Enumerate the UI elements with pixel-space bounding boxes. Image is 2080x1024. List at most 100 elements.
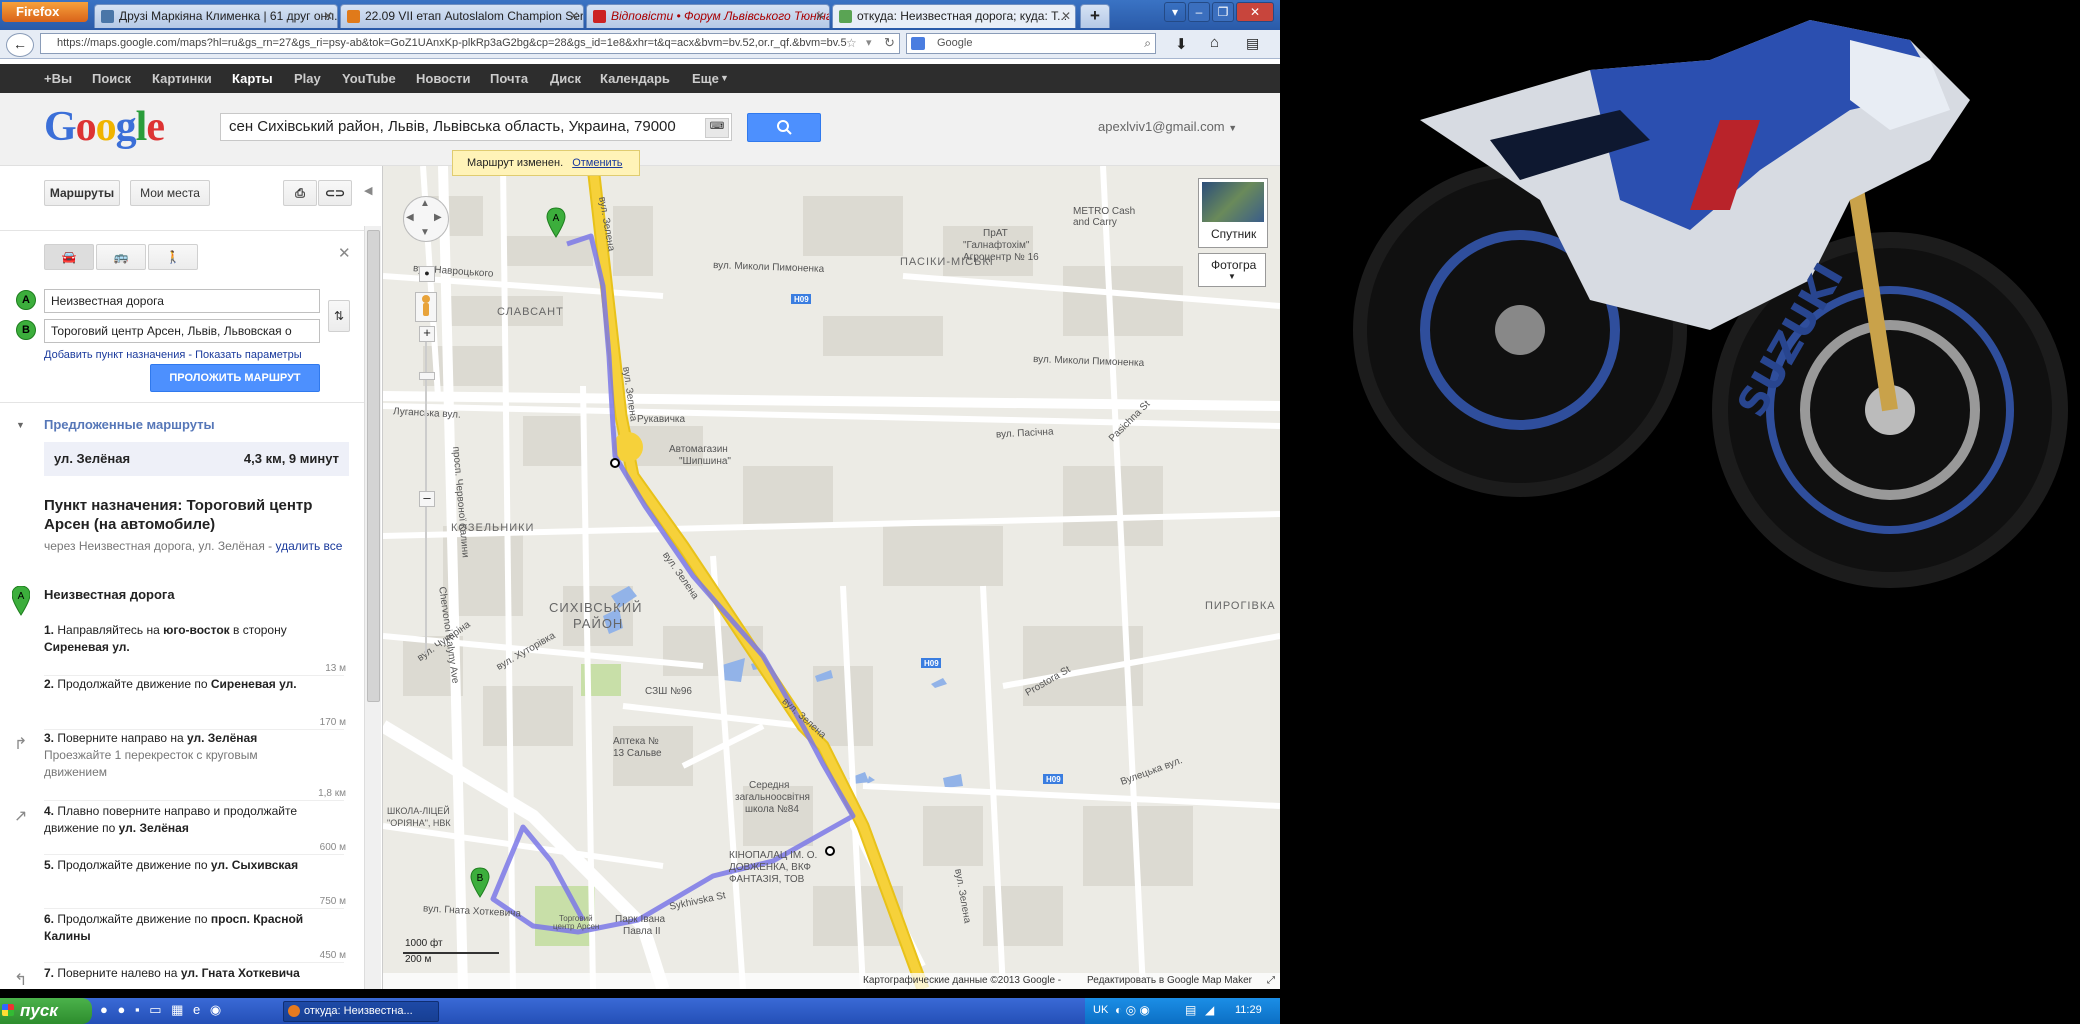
panel-scrollbar[interactable] [364,226,381,989]
tab-forum[interactable]: Відповісти • Форум Львівського Тюнінг...… [586,4,830,28]
google-logo[interactable]: Google [44,103,165,151]
tab-list-icon[interactable]: ▾ [1164,2,1186,22]
delete-all-link[interactable]: удалить все [275,539,342,553]
print-icon[interactable]: ⎙ [283,180,317,206]
gbar-maps[interactable]: Карты [232,64,273,93]
back-icon[interactable]: ← [6,33,34,57]
start-button[interactable]: пуск [0,998,92,1024]
step-4[interactable]: 4. Плавно поверните направо и продолжайт… [44,803,314,837]
zoom-in-button[interactable]: + [419,326,435,342]
step-7[interactable]: 7. Поверните налево на ул. Гната Хоткеви… [44,965,314,982]
step-2[interactable]: 2. Продолжайте движение по Сиреневая ул. [44,676,314,693]
clock[interactable]: 11:29 [1235,1004,1262,1016]
reload-icon[interactable]: ↻ [884,35,895,51]
map-canvas[interactable]: A B вул. Зелена вул. Зелена вул. Зелена … [383,166,1280,989]
keyboard-icon[interactable]: ⌨ [705,118,729,138]
account-menu[interactable]: apexlviv1@gmail.com ▼ [1098,119,1237,134]
photos-toggle[interactable]: Фотогра ▼ [1198,253,1266,287]
suggested-routes-heading[interactable]: Предложенные маршруты [44,417,215,432]
taskbar-firefox-item[interactable]: откуда: Неизвестна... [283,1001,439,1022]
ie-icon[interactable]: e [193,1002,200,1017]
gbar-mail[interactable]: Почта [490,64,528,93]
pan-left-icon[interactable]: ◀ [406,212,414,223]
close-icon[interactable]: ✕ [1061,5,1071,27]
satellite-toggle[interactable]: Спутник [1198,178,1268,248]
dropdown-icon[interactable]: ▾ [866,36,872,49]
search-engine-box[interactable]: Google ⌕ [906,33,1156,54]
pan-right-icon[interactable]: ▶ [434,212,442,223]
search-icon[interactable]: ⌕ [1144,34,1151,53]
scrollbar-thumb[interactable] [367,230,380,702]
destination-input[interactable]: Тороговий центр Арсен, Львів, Львовская … [44,319,320,343]
step-1[interactable]: 1. Направляйтесь на юго-восток в сторону… [44,622,314,656]
calendar-icon[interactable]: ▦ [171,1002,183,1017]
car-icon[interactable]: 🚘 [44,244,94,270]
route-option[interactable]: ул. Зелёная 4,3 км, 9 минут [44,442,349,476]
zoom-out-button[interactable]: – [419,491,435,507]
step-6[interactable]: 6. Продолжайте движение по просп. Красно… [44,911,314,945]
gbar-images[interactable]: Картинки [152,64,212,93]
pan-up-icon[interactable]: ▲ [420,198,430,209]
gbar-drive[interactable]: Диск [550,64,581,93]
firefox-menu-button[interactable]: Firefox [2,2,88,22]
map-maker-link[interactable]: Редактировать в Google Map Maker [1087,973,1252,989]
download-icon[interactable]: ⬇ [1175,35,1188,53]
bear-right-icon: ↗ [14,808,28,825]
gbar-calendar[interactable]: Календарь [600,64,670,93]
my-places-button[interactable]: Мои места [130,180,210,206]
gbar-plus[interactable]: +Вы [44,64,72,93]
volume-icon[interactable]: ◢ [1205,1003,1214,1017]
bookmarks-icon[interactable]: ▤ [1246,35,1259,52]
tab-autoslalom[interactable]: 22.09 VII етап Autoslalom Champion Seri.… [340,4,584,28]
desktop-icon[interactable]: ▭ [149,1002,161,1017]
gbar-play[interactable]: Play [294,64,321,93]
step-5[interactable]: 5. Продолжайте движение по ул. Сыхивская [44,857,314,874]
skype-icon[interactable]: ● [117,1002,125,1017]
road-shield: H09 [1046,775,1061,784]
build-route-button[interactable]: ПРОЛОЖИТЬ МАРШРУТ [150,364,320,392]
link-icon[interactable]: ⊂⊃ [318,180,352,206]
gbar-youtube[interactable]: YouTube [342,64,396,93]
undo-link[interactable]: Отменить [572,157,622,169]
close-icon[interactable]: ✕ [569,5,579,27]
maps-search-input[interactable]: сен Сихівський район, Львів, Львівська о… [220,113,732,141]
collapse-panel-icon[interactable]: ◀ [364,184,372,197]
url-bar[interactable]: https://maps.google.com/maps?hl=ru&gs_rn… [40,33,900,54]
reset-view-icon[interactable]: ● [419,266,435,282]
show-options-link[interactable]: Показать параметры [195,349,302,361]
transit-icon[interactable]: 🚌 [96,244,146,270]
pegman-icon[interactable] [415,292,437,322]
pan-down-icon[interactable]: ▼ [420,227,430,238]
add-destination-link[interactable]: Добавить пункт назначения [44,349,185,361]
gbar-search[interactable]: Поиск [92,64,131,93]
close-window-icon[interactable]: ✕ [1236,2,1274,22]
search-button[interactable] [747,113,821,142]
tab-vk[interactable]: Друзі Маркіяна Клименка | 61 друг онл...… [94,4,338,28]
gbar-more[interactable]: Еще [692,64,719,93]
step-3[interactable]: 3. Поверните направо на ул. Зелёная Прое… [44,730,314,781]
restore-icon[interactable]: ❐ [1212,2,1234,22]
firefox-icon[interactable]: ◉ [210,1002,221,1017]
close-icon[interactable]: ✕ [323,5,333,27]
home-icon[interactable]: ⌂ [1210,34,1219,51]
close-icon[interactable]: ✕ [815,5,825,27]
whatsapp-icon[interactable]: ● [100,1002,108,1017]
swap-icon[interactable]: ⇅ [328,300,350,332]
turn-left-icon: ↰ [14,972,28,989]
routes-button[interactable]: Маршруты [44,180,120,206]
new-tab-button[interactable]: + [1080,4,1110,28]
language-indicator[interactable]: UK [1093,1004,1108,1016]
save-icon[interactable]: ▪ [135,1002,140,1017]
walk-icon[interactable]: 🚶 [148,244,198,270]
tray-icons[interactable]: ◐ ◎ ◉ [1115,1003,1150,1017]
fullscreen-icon[interactable]: ⤢ [1267,973,1275,989]
zoom-slider-thumb[interactable] [419,372,435,380]
tab-maps[interactable]: откуда: Неизвестная дорога; куда: Т... ✕ [832,4,1076,28]
network-icon[interactable]: ▤ [1185,1003,1196,1017]
bookmark-star-icon[interactable]: ☆ [846,36,857,50]
origin-input[interactable]: Неизвестная дорога [44,289,320,313]
gbar-news[interactable]: Новости [416,64,471,93]
pan-control[interactable]: ▲ ▼ ◀ ▶ [403,196,449,242]
minimize-icon[interactable]: – [1188,2,1210,22]
close-icon[interactable]: ✕ [338,244,351,262]
